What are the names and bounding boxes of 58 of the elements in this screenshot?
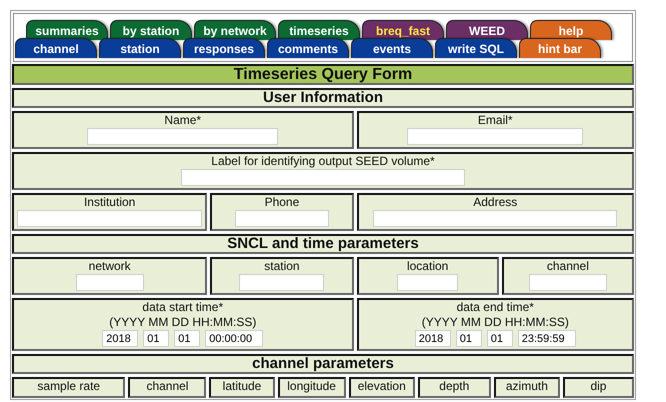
input-field[interactable]: 2018 (414, 330, 451, 347)
nav-tab[interactable]: hint bar (519, 38, 601, 58)
input-field[interactable] (528, 274, 608, 291)
input-field[interactable] (76, 274, 144, 291)
field-label: data start time* (142, 300, 224, 315)
input-field[interactable] (87, 128, 278, 145)
field-label: longitude (287, 379, 336, 394)
input-field[interactable]: 23:59:59 (518, 330, 576, 347)
nav-tab[interactable]: help (530, 20, 612, 40)
input-field[interactable] (16, 210, 202, 227)
nav-tab[interactable]: by network (194, 20, 276, 40)
input-field[interactable]: 01 (486, 330, 513, 347)
nav-tab[interactable]: events (351, 38, 433, 58)
field-label: channel (546, 259, 589, 274)
input-field[interactable]: 00:00:00 (205, 330, 264, 347)
input-field[interactable]: 01 (174, 330, 200, 347)
field-label: depth (439, 379, 470, 394)
nav-tab[interactable]: channel (15, 38, 97, 58)
nav-tab[interactable]: summaries (26, 20, 108, 40)
field-label: dip (590, 379, 606, 394)
input-field[interactable] (239, 274, 324, 291)
format-hint: (YYYY MM DD HH:MM:SS) (422, 315, 569, 330)
field-label: Institution (84, 195, 136, 210)
section-heading: SNCL and time parameters (12, 234, 634, 254)
field-label: location (406, 259, 448, 274)
field-label: Address (473, 195, 518, 210)
nav-tab[interactable]: by station (110, 20, 192, 40)
field-label: Email* (478, 113, 513, 128)
section-heading: User Information (12, 88, 634, 108)
input-field[interactable] (181, 169, 465, 186)
field-label: network (88, 259, 131, 274)
field-label: latitude (222, 379, 262, 394)
field-label: station (264, 259, 300, 274)
input-field[interactable] (407, 128, 584, 145)
nav-tab[interactable]: responses (183, 38, 265, 58)
format-hint: (YYYY MM DD HH:MM:SS) (109, 315, 256, 330)
nav-tab[interactable]: breq_fast (362, 20, 444, 40)
nav-tab[interactable]: comments (267, 38, 349, 58)
field-label: Label for identifying output SEED volume* (211, 154, 435, 169)
input-field[interactable] (397, 274, 458, 291)
input-field[interactable] (373, 210, 618, 227)
field-label: Phone (264, 195, 300, 210)
field-label: channel (146, 379, 188, 394)
input-field[interactable] (235, 210, 329, 227)
input-field[interactable]: 01 (143, 330, 170, 347)
form-title: Timeseries Query Form (12, 64, 634, 85)
nav-tab[interactable]: station (99, 38, 181, 58)
nav-tab[interactable]: write SQL (435, 38, 517, 58)
nav-tab[interactable]: WEED (446, 20, 528, 40)
field-label: azimuth (506, 379, 548, 394)
input-field[interactable]: 01 (456, 330, 482, 347)
nav-tab[interactable]: timeseries (278, 20, 360, 40)
section-heading: channel parameters (12, 354, 634, 374)
input-field[interactable]: 2018 (102, 330, 138, 347)
field-label: sample rate (37, 379, 100, 394)
field-label: data end time* (456, 300, 534, 315)
field-label: Name* (164, 113, 202, 128)
field-label: elevation (358, 379, 406, 394)
